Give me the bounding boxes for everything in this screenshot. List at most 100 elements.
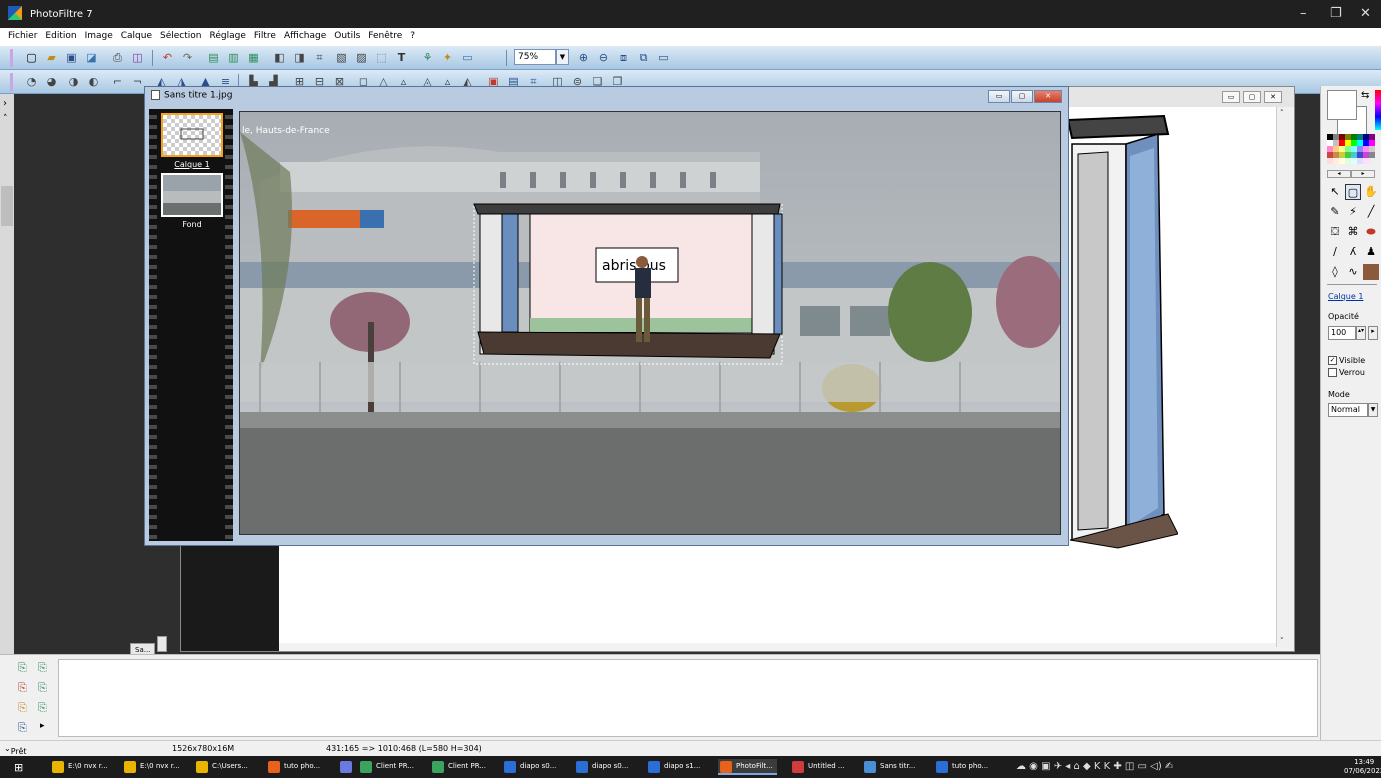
crop-icon[interactable]: ⌗ (312, 50, 327, 65)
toolbar-grip[interactable] (10, 73, 13, 91)
saturation-up-icon[interactable]: ¬ (130, 74, 145, 89)
scroll-up-icon[interactable]: ˄ (1280, 109, 1284, 117)
doc-tab-2[interactable] (157, 636, 168, 652)
brush-tool-icon[interactable]: ∕ (1327, 244, 1343, 260)
color-palette[interactable] (1327, 134, 1379, 164)
palette-next-icon[interactable]: ▸ (1351, 170, 1375, 178)
doc-close-button[interactable]: ✕ (1034, 90, 1062, 103)
layer-up-icon[interactable]: ⎘ (18, 701, 27, 715)
document-window[interactable]: Sans titre 1.jpg ▭ ▢ ✕ Calque 1 Fond abr… (144, 86, 1069, 546)
layer-properties-link[interactable]: Calque 1 (1328, 292, 1363, 301)
taskbar-item[interactable]: E:\0 nvx r... (50, 759, 112, 775)
bg-vertical-scrollbar[interactable]: ˄ ˅ (1276, 107, 1292, 647)
minimize-button[interactable]: – (1300, 6, 1307, 21)
print-icon[interactable]: ⎙ (110, 50, 125, 65)
lock-checkbox[interactable]: Verrou (1328, 368, 1365, 377)
taskbar-item[interactable]: Client PR... (430, 759, 490, 775)
layer-item-calque-1[interactable]: Calque 1 (161, 113, 223, 169)
foreground-color-swatch[interactable] (1327, 90, 1357, 120)
text-tool-icon[interactable]: T (394, 50, 409, 65)
redo-icon[interactable]: ↷ (180, 50, 195, 65)
menu-affichage[interactable]: Affichage (280, 28, 330, 44)
clock[interactable]: 13:49 07/06/2022 (1344, 758, 1381, 776)
export-icon[interactable]: ◪ (84, 50, 99, 65)
zoom-out-icon[interactable]: ⊖ (596, 50, 611, 65)
photo-canvas[interactable]: abris bus le, Hauts-de-France (239, 111, 1061, 535)
stamp-tool-icon[interactable]: ♟ (1363, 244, 1379, 260)
menu-reglage[interactable]: Réglage (206, 28, 250, 44)
menu-fichier[interactable]: Fichier (4, 28, 41, 44)
new-file-icon[interactable]: ▢ (24, 50, 39, 65)
taskbar-item[interactable]: tuto pho... (266, 759, 324, 775)
eraser-tool-icon[interactable]: ⬬ (1363, 224, 1379, 240)
taskbar-item[interactable]: tuto pho... (934, 759, 992, 775)
taskbar-item[interactable]: diapo s1... (646, 759, 704, 775)
eyedropper-tool-icon[interactable]: ✎ (1327, 204, 1343, 220)
menu-calque[interactable]: Calque (117, 28, 156, 44)
hand-tool-icon[interactable]: ✋ (1363, 184, 1379, 200)
menu-filtre[interactable]: Filtre (250, 28, 280, 44)
contrast-down-icon[interactable]: ◑ (66, 74, 81, 89)
menu-edition[interactable]: Edition (41, 28, 80, 44)
taskbar-item[interactable]: Untitled ... (790, 759, 849, 775)
layer-duplicate-icon[interactable]: ⎘ (38, 661, 47, 675)
chevron-right-icon[interactable]: › (3, 98, 7, 109)
blur-tool-icon[interactable]: ◊ (1327, 264, 1343, 280)
layer-paste-icon[interactable]: ▨ (354, 50, 369, 65)
restore-button[interactable]: ❐ (1330, 6, 1342, 21)
advanced-brush-tool-icon[interactable]: ʎ (1345, 244, 1361, 260)
color-spectrum[interactable] (1375, 90, 1381, 130)
bg-maximize-button[interactable]: ▢ (1243, 91, 1261, 103)
paste-new-icon[interactable]: ▦ (246, 50, 261, 65)
layer-options-icon[interactable]: ⎘ (18, 721, 27, 735)
zoom-in-icon[interactable]: ⊕ (576, 50, 591, 65)
blend-mode-select[interactable]: Normal (1328, 403, 1368, 417)
toolbar-grip[interactable] (10, 49, 13, 67)
visible-checkbox[interactable]: ✓ Visible (1328, 356, 1365, 365)
windows-start-icon[interactable]: ⊞ (14, 761, 23, 774)
menu-fenetre[interactable]: Fenêtre (364, 28, 406, 44)
copy-icon[interactable]: ▤ (206, 50, 221, 65)
bg-close-button[interactable]: ✕ (1264, 91, 1282, 103)
chevron-down-icon[interactable]: ▼ (556, 49, 569, 65)
magic-wand-tool-icon[interactable]: ⚡ (1345, 204, 1361, 220)
selection-tool-icon[interactable]: ▢ (1345, 184, 1361, 200)
taskbar-item[interactable]: diapo s0... (502, 759, 560, 775)
clone-tool-icon[interactable] (1363, 264, 1379, 280)
menu-help[interactable]: ? (406, 28, 419, 44)
taskbar-item[interactable]: Sans titr... (862, 759, 919, 775)
layer-copy-icon[interactable]: ▧ (334, 50, 349, 65)
scan-icon[interactable]: ◫ (130, 50, 145, 65)
close-button[interactable]: ✕ (1360, 6, 1371, 21)
open-folder-icon[interactable]: ▰ (44, 50, 59, 65)
scroll-up-icon[interactable]: ˄ (3, 114, 8, 124)
spray-tool-icon[interactable]: ⌘ (1345, 224, 1361, 240)
paste-icon[interactable]: ▥ (226, 50, 241, 65)
menu-selection[interactable]: Sélection (156, 28, 205, 44)
chevron-down-icon[interactable]: ▼ (1368, 403, 1378, 417)
pointer-tool-icon[interactable]: ↖ (1327, 184, 1343, 200)
history-area[interactable] (58, 659, 1318, 737)
expand-arrow-icon[interactable]: ▸ (40, 721, 45, 731)
window-icon[interactable]: ▭ (656, 50, 671, 65)
menu-outils[interactable]: Outils (330, 28, 364, 44)
doc-minimize-button[interactable]: ▭ (988, 90, 1010, 103)
opacity-slider-button[interactable]: ▸ (1368, 326, 1378, 340)
magic-icon[interactable]: ✦ (440, 50, 455, 65)
fit-window-icon[interactable]: ⧈ (616, 50, 631, 65)
brightness-up-icon[interactable]: ◕ (44, 74, 59, 89)
taskbar-item[interactable]: Client PR... (358, 759, 418, 775)
selection-icon[interactable]: ⬚ (374, 50, 389, 65)
opacity-spinner[interactable]: ▴▾ (1356, 326, 1366, 340)
fill-tool-icon[interactable]: ⛋ (1327, 224, 1343, 240)
image-size-icon[interactable]: ◧ (272, 50, 287, 65)
palette-prev-icon[interactable]: ◂ (1327, 170, 1351, 178)
undo-icon[interactable]: ↶ (160, 50, 175, 65)
saturation-down-icon[interactable]: ⌐ (110, 74, 125, 89)
swap-colors-icon[interactable]: ⇆ (1361, 90, 1369, 101)
filter-icon[interactable]: ⚘ (420, 50, 435, 65)
taskbar-item[interactable] (338, 759, 360, 775)
doc-maximize-button[interactable]: ▢ (1011, 90, 1033, 103)
line-tool-icon[interactable]: ╱ (1363, 204, 1379, 220)
taskbar-item[interactable]: diapo s0... (574, 759, 632, 775)
